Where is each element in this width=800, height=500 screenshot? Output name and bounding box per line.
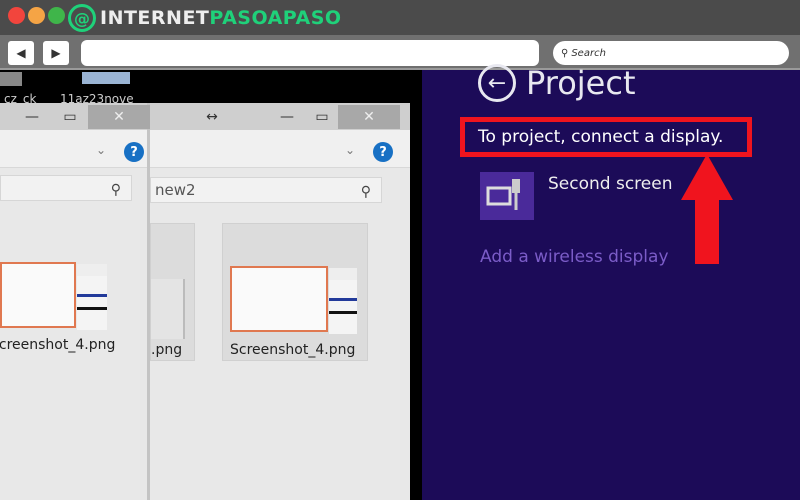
help-icon[interactable]: ? bbox=[124, 142, 144, 162]
explorer-window-back: ↔ — ▭ ✕ ⌄ ? new2 ⚲ .png Screenshot_4.png bbox=[150, 103, 410, 500]
maximize-button[interactable]: ▭ bbox=[58, 105, 82, 129]
file-item[interactable]: Screenshot_4.png bbox=[222, 223, 368, 361]
minimize-window-button[interactable] bbox=[28, 7, 45, 24]
window-titlebar[interactable]: ↔ — ▭ ✕ bbox=[150, 103, 410, 130]
search-icon: ⚲ bbox=[360, 184, 371, 200]
close-button[interactable]: ✕ bbox=[88, 105, 150, 129]
search-placeholder: Search bbox=[571, 47, 606, 59]
maximize-button[interactable]: ▭ bbox=[310, 105, 334, 129]
help-icon[interactable]: ? bbox=[373, 142, 393, 162]
search-icon: ⚲ bbox=[110, 182, 121, 198]
maximize-window-button[interactable] bbox=[48, 7, 65, 24]
desktop-icon[interactable] bbox=[0, 72, 22, 86]
explorer-window-front: — ▭ ✕ ⌄ ? ⚲ Screenshot_4.png bbox=[0, 103, 150, 500]
red-arrow-annotation bbox=[681, 154, 733, 264]
search-box[interactable]: ⚲ bbox=[0, 175, 132, 201]
chevron-down-icon[interactable]: ⌄ bbox=[345, 143, 355, 157]
file-name[interactable]: Screenshot_4.png bbox=[0, 337, 115, 353]
file-thumbnail bbox=[230, 266, 328, 332]
chevron-down-icon[interactable]: ⌄ bbox=[96, 143, 106, 157]
minimize-button[interactable]: — bbox=[275, 105, 299, 129]
back-arrow-icon[interactable]: ← bbox=[478, 64, 516, 102]
project-panel: ← Project To project, connect a display.… bbox=[422, 64, 800, 500]
close-window-button[interactable] bbox=[8, 7, 25, 24]
ribbon: ⌄ ? bbox=[0, 130, 147, 168]
logo-text-green: PASOAPASO bbox=[209, 7, 342, 29]
file-item[interactable]: .png bbox=[150, 223, 195, 361]
window-titlebar[interactable]: — ▭ ✕ bbox=[0, 103, 150, 130]
search-box[interactable]: new2 ⚲ bbox=[150, 177, 382, 203]
file-name: .png bbox=[151, 342, 183, 358]
close-button[interactable]: ✕ bbox=[338, 105, 400, 129]
highlighted-message: To project, connect a display. bbox=[460, 117, 752, 157]
back-button[interactable]: ◀ bbox=[8, 41, 34, 65]
search-input[interactable]: ⚲ Search bbox=[553, 41, 789, 65]
minimize-button[interactable]: — bbox=[20, 105, 44, 129]
ribbon: ⌄ ? bbox=[150, 130, 410, 168]
browser-toolbar: ◀ ▶ ⚲ Search bbox=[0, 35, 800, 70]
logo-icon: @ bbox=[68, 4, 96, 32]
browser-titlebar: @ INTERNET PASOAPASO bbox=[0, 0, 800, 35]
project-message: To project, connect a display. bbox=[478, 127, 724, 147]
address-bar[interactable] bbox=[81, 40, 539, 66]
logo-text-white: INTERNET bbox=[100, 7, 210, 29]
second-screen-option[interactable]: Second screen bbox=[548, 174, 672, 194]
folder-name: new2 bbox=[155, 181, 196, 199]
forward-button[interactable]: ▶ bbox=[43, 41, 69, 65]
desktop-icon[interactable] bbox=[82, 72, 130, 84]
move-icon: ↔ bbox=[206, 109, 218, 125]
file-name: Screenshot_4.png bbox=[230, 342, 356, 358]
second-screen-icon[interactable] bbox=[480, 172, 534, 220]
site-logo: @ INTERNET PASOAPASO bbox=[68, 4, 342, 32]
add-wireless-display-link[interactable]: Add a wireless display bbox=[480, 247, 669, 267]
panel-title: Project bbox=[526, 64, 636, 102]
search-icon: ⚲ bbox=[561, 47, 569, 59]
file-thumbnail bbox=[0, 262, 76, 328]
